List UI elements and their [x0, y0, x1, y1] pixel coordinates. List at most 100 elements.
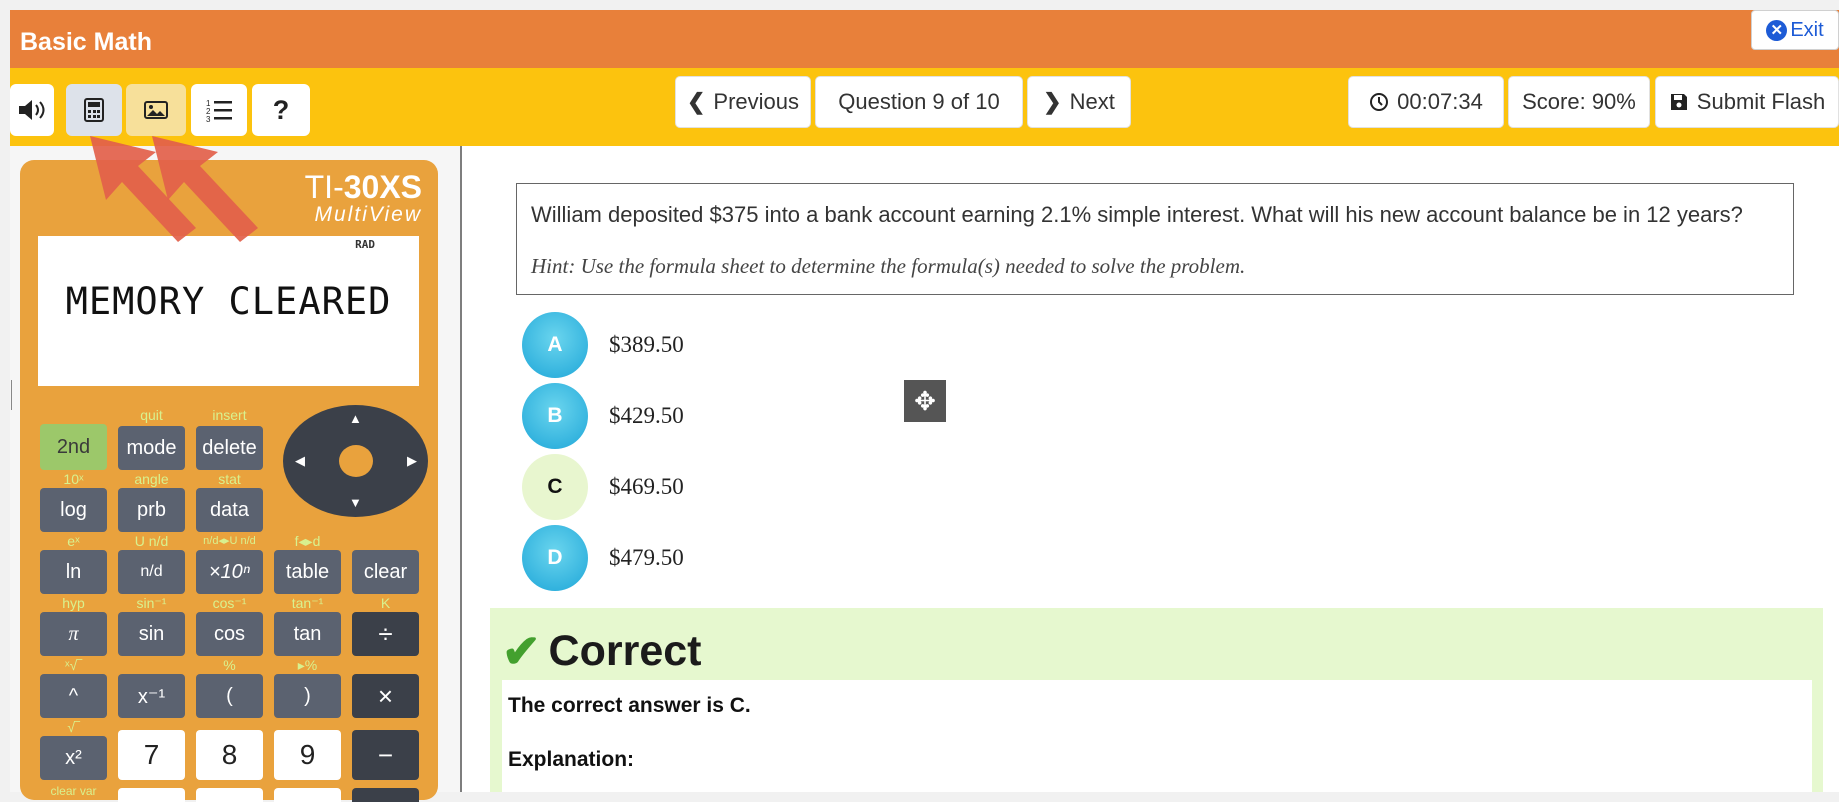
question-counter: Question 9 of 10: [815, 76, 1023, 128]
exit-button[interactable]: ✕ Exit: [1751, 10, 1839, 50]
key-7[interactable]: 7: [118, 718, 185, 780]
key-clear[interactable]: clear: [352, 532, 419, 594]
key-power-face: ^: [40, 674, 107, 718]
key-8-face: 8: [196, 730, 263, 780]
next-button[interactable]: ❯ Next: [1027, 76, 1131, 128]
result-panel: ✔ Correct The correct answer is C. Expla…: [490, 608, 1823, 792]
image-icon: [144, 101, 168, 119]
key-minus[interactable]: −: [352, 718, 419, 780]
move-icon[interactable]: ✥: [904, 380, 946, 422]
key-6-partial[interactable]: [274, 788, 341, 802]
question-text: William deposited $375 into a bank accou…: [531, 202, 1743, 227]
key-mode[interactable]: quit mode: [118, 406, 185, 470]
choice-d[interactable]: D $479.50: [522, 525, 922, 591]
key-5-partial[interactable]: [196, 788, 263, 802]
key-clear-var[interactable]: clear var: [40, 782, 107, 802]
key-multiply-face: ×: [352, 674, 419, 718]
choice-b-bubble[interactable]: B: [522, 383, 588, 449]
key-prb-top: angle: [134, 471, 169, 487]
key-fraction[interactable]: U n/d n/d: [118, 532, 185, 594]
key-delete[interactable]: insert delete: [196, 406, 263, 470]
previous-button[interactable]: ❮ Previous: [675, 76, 811, 128]
key-pi-face: π: [40, 612, 107, 656]
help-button[interactable]: ?: [252, 84, 310, 136]
calculator-icon: [84, 98, 104, 122]
key-delete-top: insert: [212, 407, 247, 423]
key-log[interactable]: 10ˣ log: [40, 470, 107, 532]
key-table-face: table: [274, 550, 341, 594]
key-data[interactable]: stat data: [196, 470, 263, 532]
brand-prefix: TI-: [304, 169, 344, 205]
key-9-face: 9: [274, 730, 341, 780]
timer: 00:07:34: [1348, 76, 1504, 128]
audio-button[interactable]: [10, 84, 54, 136]
arrow-left-icon[interactable]: ◀: [295, 453, 305, 469]
key-fraction-top: U n/d: [134, 533, 169, 549]
key-left-paren[interactable]: % (: [196, 656, 263, 718]
arrow-up-icon[interactable]: ▲: [349, 411, 362, 426]
key-7-face: 7: [118, 730, 185, 780]
key-plus-partial[interactable]: [352, 788, 419, 802]
save-icon: [1670, 94, 1687, 110]
key-2nd[interactable]: 2nd: [40, 406, 107, 470]
key-table[interactable]: f◂▸d table: [274, 532, 341, 594]
key-fraction-face: n/d: [118, 550, 185, 594]
key-clear-var-top: clear var: [50, 784, 97, 798]
previous-label: Previous: [713, 89, 800, 114]
key-data-face: data: [196, 488, 263, 532]
panel-resize-handle[interactable]: [0, 380, 12, 410]
arrow-right-icon[interactable]: ▶: [407, 453, 417, 469]
choice-c[interactable]: C $469.50: [522, 454, 922, 520]
image-button[interactable]: [126, 84, 186, 136]
app-window: Basic Math ✕ Exit 1 2 3 ? ❮ Previous Que…: [0, 0, 1839, 802]
choice-b-value: $429.50: [609, 403, 684, 428]
chevron-right-icon: ❯: [1043, 89, 1062, 114]
key-square[interactable]: √‾ x²: [40, 718, 107, 780]
key-pi[interactable]: hyp π: [40, 594, 107, 656]
next-label: Next: [1069, 89, 1115, 114]
key-square-face: x²: [40, 736, 107, 780]
key-prb[interactable]: angle prb: [118, 470, 185, 532]
key-multiply[interactable]: ×: [352, 656, 419, 718]
choice-b[interactable]: B $429.50: [522, 383, 922, 449]
choice-c-bubble[interactable]: C: [522, 454, 588, 520]
question-box: William deposited $375 into a bank accou…: [516, 183, 1794, 295]
key-cos-top: cos⁻¹: [212, 595, 247, 611]
key-power-top: ˣ√‾: [65, 657, 82, 673]
key-ln[interactable]: eˣ ln: [40, 532, 107, 594]
choice-d-bubble[interactable]: D: [522, 525, 588, 591]
choice-a[interactable]: A $389.50: [522, 312, 922, 378]
key-9[interactable]: 9: [274, 718, 341, 780]
key-left-paren-top: %: [223, 657, 236, 673]
choice-a-bubble[interactable]: A: [522, 312, 588, 378]
key-delete-face: delete: [196, 426, 263, 470]
key-x10n[interactable]: n/d◂▸U n/d ×10ⁿ: [196, 532, 263, 594]
key-divide-top: K: [380, 595, 391, 611]
arrow-pad[interactable]: ▲ ▼ ◀ ▶: [283, 405, 428, 517]
arrow-pad-center: [339, 445, 373, 477]
calculator-brand: TI-30XS MultiView: [305, 170, 422, 226]
key-divide-face: ÷: [352, 612, 419, 656]
outline-button[interactable]: 1 2 3: [191, 84, 247, 136]
key-left-paren-face: (: [196, 674, 263, 718]
key-square-top: √‾: [67, 719, 80, 735]
key-log-face: log: [40, 488, 107, 532]
calculator-button[interactable]: [66, 84, 122, 136]
svg-text:3: 3: [206, 115, 211, 122]
arrow-down-icon[interactable]: ▼: [349, 495, 362, 510]
key-sin[interactable]: sin⁻¹ sin: [118, 594, 185, 656]
key-inverse-face: x⁻¹: [118, 674, 185, 718]
key-power[interactable]: ˣ√‾ ^: [40, 656, 107, 718]
key-x10n-top: n/d◂▸U n/d: [203, 535, 256, 547]
calculator: TI-30XS MultiView RAD MEMORY CLEARED 2nd…: [20, 160, 438, 802]
key-cos[interactable]: cos⁻¹ cos: [196, 594, 263, 656]
key-divide[interactable]: K ÷: [352, 594, 419, 656]
key-right-paren[interactable]: ▸% ): [274, 656, 341, 718]
key-8[interactable]: 8: [196, 718, 263, 780]
key-table-top: f◂▸d: [294, 533, 321, 549]
submit-flash-button[interactable]: Submit Flash: [1655, 76, 1839, 128]
list-icon: 1 2 3: [206, 99, 232, 122]
key-inverse[interactable]: x⁻¹: [118, 656, 185, 718]
key-4-partial[interactable]: [118, 788, 185, 802]
key-tan[interactable]: tan⁻¹ tan: [274, 594, 341, 656]
